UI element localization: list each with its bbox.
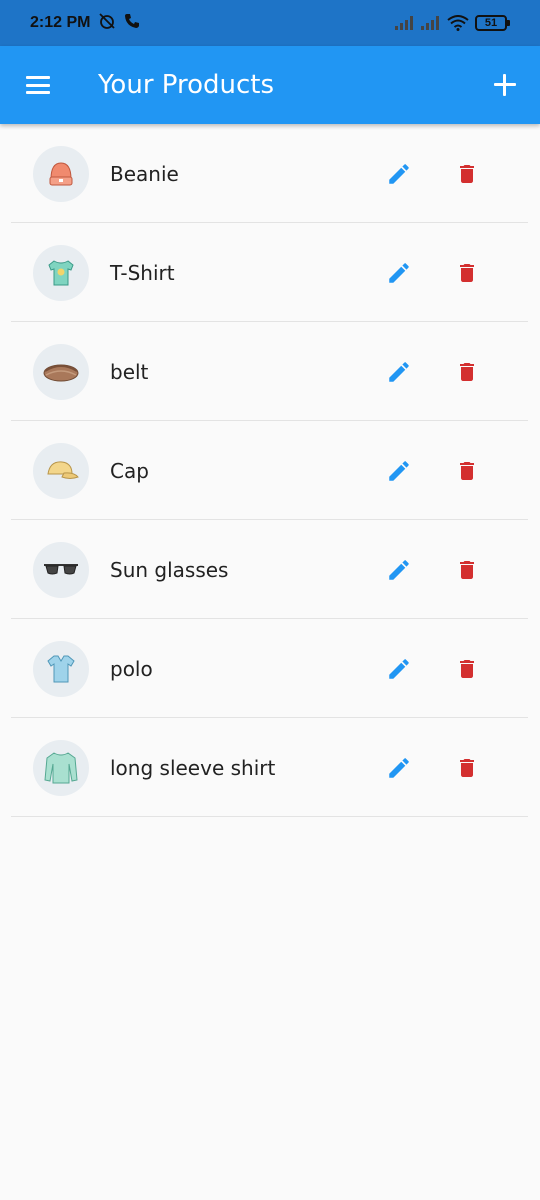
status-time: 2:12 PM	[30, 14, 91, 31]
product-avatar	[33, 541, 89, 598]
product-avatar	[33, 640, 89, 697]
trash-icon	[460, 461, 474, 480]
row-actions	[384, 159, 540, 189]
battery-icon: 51	[475, 15, 510, 31]
page-title: Your Products	[98, 70, 275, 100]
pencil-icon	[389, 262, 409, 283]
edit-button[interactable]	[384, 654, 414, 684]
product-name: T-Shirt	[110, 260, 175, 285]
list-item[interactable]: Sun glasses	[0, 520, 540, 619]
product-name: Beanie	[110, 161, 179, 186]
product-avatar	[33, 739, 89, 796]
edit-button[interactable]	[384, 456, 414, 486]
pencil-icon	[389, 163, 409, 184]
list-item[interactable]: Cap	[0, 421, 540, 520]
row-actions	[384, 555, 540, 585]
list-item[interactable]: long sleeve shirt	[0, 718, 540, 817]
delete-button[interactable]	[452, 456, 482, 486]
delete-button[interactable]	[452, 159, 482, 189]
pencil-icon	[389, 757, 409, 778]
trash-icon	[460, 362, 474, 381]
edit-button[interactable]	[384, 753, 414, 783]
long-sleeve-shirt-image	[44, 751, 78, 783]
delete-button[interactable]	[452, 357, 482, 387]
beanie-image	[49, 161, 73, 185]
pencil-icon	[389, 658, 409, 679]
signal-icon-2	[421, 16, 441, 30]
polo-image	[47, 655, 75, 682]
list-item[interactable]: T-Shirt	[0, 223, 540, 322]
trash-icon	[460, 560, 474, 579]
product-avatar	[33, 442, 89, 499]
product-list: Beanie T-Shirt belt Cap Sun glasses polo…	[0, 124, 540, 817]
trash-icon	[460, 659, 474, 678]
edit-button[interactable]	[384, 258, 414, 288]
signal-icon	[395, 16, 415, 30]
status-bar: 2:12 PM 51	[0, 0, 540, 46]
row-actions	[384, 654, 540, 684]
delete-button[interactable]	[452, 753, 482, 783]
trash-icon	[460, 263, 474, 282]
delete-button[interactable]	[452, 654, 482, 684]
row-actions	[384, 258, 540, 288]
add-product-button[interactable]	[492, 72, 518, 98]
product-name: belt	[110, 359, 149, 384]
menu-icon[interactable]	[26, 73, 50, 97]
product-name: long sleeve shirt	[110, 755, 276, 780]
alarm-off-icon	[98, 12, 116, 35]
product-avatar	[33, 343, 89, 400]
battery-level: 51	[475, 15, 507, 31]
product-avatar	[33, 244, 89, 301]
product-name: Cap	[110, 458, 149, 483]
product-name: polo	[110, 656, 153, 681]
pencil-icon	[389, 361, 409, 382]
delete-button[interactable]	[452, 555, 482, 585]
app-bar: Your Products	[0, 46, 540, 124]
sunglasses-image	[44, 563, 78, 574]
product-avatar	[33, 145, 89, 202]
list-item[interactable]: polo	[0, 619, 540, 718]
row-actions	[384, 456, 540, 486]
trash-icon	[460, 164, 474, 183]
edit-button[interactable]	[384, 555, 414, 585]
edit-button[interactable]	[384, 159, 414, 189]
wifi-icon	[447, 15, 469, 31]
pencil-icon	[389, 460, 409, 481]
trash-icon	[460, 758, 474, 777]
pencil-icon	[389, 559, 409, 580]
belt-image	[43, 364, 79, 381]
row-actions	[384, 357, 540, 387]
status-right: 51	[395, 15, 510, 31]
row-actions	[384, 753, 540, 783]
product-name: Sun glasses	[110, 557, 229, 582]
edit-button[interactable]	[384, 357, 414, 387]
status-left: 2:12 PM	[30, 12, 140, 35]
list-item[interactable]: belt	[0, 322, 540, 421]
delete-button[interactable]	[452, 258, 482, 288]
list-item[interactable]: Beanie	[0, 124, 540, 223]
cap-image	[47, 460, 79, 479]
phone-icon	[124, 13, 140, 34]
tshirt-image	[48, 259, 74, 285]
